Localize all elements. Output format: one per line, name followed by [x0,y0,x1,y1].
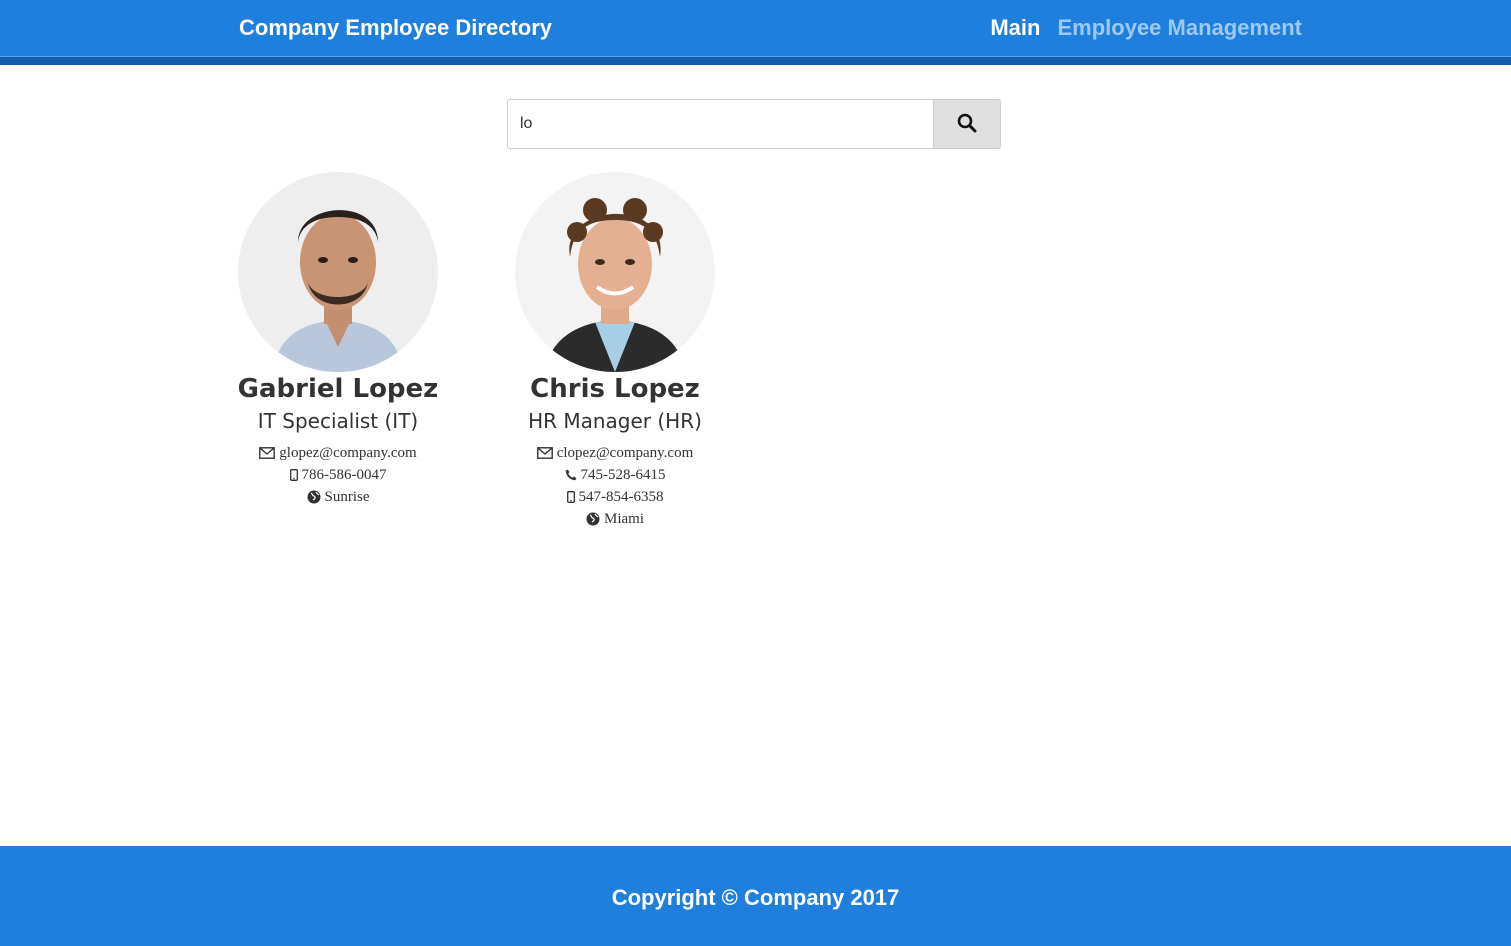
globe-icon [307,490,321,504]
nav-link-employee-management[interactable]: Employee Management [1057,14,1302,42]
employee-phone: 745-528-6415 [580,467,666,483]
mobile-icon [566,491,575,503]
employee-location-row: Sunrise [208,486,468,508]
nav-link-main[interactable]: Main [990,14,1040,42]
phone-icon [565,469,577,481]
search-button[interactable] [933,99,1001,149]
navbar-bottom-strip [0,57,1511,65]
employee-title: HR Manager (HR) [528,409,702,433]
employee-mobile: 786-586-0047 [301,467,387,483]
envelope-icon [536,447,553,459]
mobile-icon [289,469,298,481]
employee-email[interactable]: glopez@company.com [279,442,416,464]
employee-location: Sunrise [324,489,370,505]
employee-mobile: 547-854-6358 [578,489,664,505]
employee-photo [238,172,438,372]
employee-card[interactable]: Chris Lopez HR Manager (HR) clopez@compa… [485,172,745,530]
employee-email[interactable]: clopez@company.com [557,442,694,464]
search-icon [957,113,977,136]
employee-mobile-row: 547-854-6358 [485,486,745,508]
employee-location-row: Miami [485,508,745,530]
nav-links: Main Employee Management [990,14,1302,42]
employee-phone-row: 745-528-6415 [485,464,745,486]
footer: Copyright © Company 2017 [0,846,1511,946]
employee-photo [515,172,715,372]
employee-email-row: glopez@company.com [208,442,468,464]
employee-title: IT Specialist (IT) [257,409,419,433]
employee-card[interactable]: Gabriel Lopez IT Specialist (IT) glopez@… [208,172,468,508]
employee-mobile-row: 786-586-0047 [208,464,468,486]
brand-title[interactable]: Company Employee Directory [239,14,552,42]
footer-copyright: Copyright © Company 2017 [611,885,900,910]
employee-name: Chris Lopez [530,374,700,404]
globe-icon [586,512,600,526]
employee-name: Gabriel Lopez [237,374,439,404]
search-bar [507,99,1001,149]
employee-location: Miami [604,511,644,527]
top-navbar: Company Employee Directory Main Employee… [0,0,1511,57]
employee-email-row: clopez@company.com [485,442,745,464]
search-input[interactable] [507,99,933,149]
envelope-icon [259,447,276,459]
